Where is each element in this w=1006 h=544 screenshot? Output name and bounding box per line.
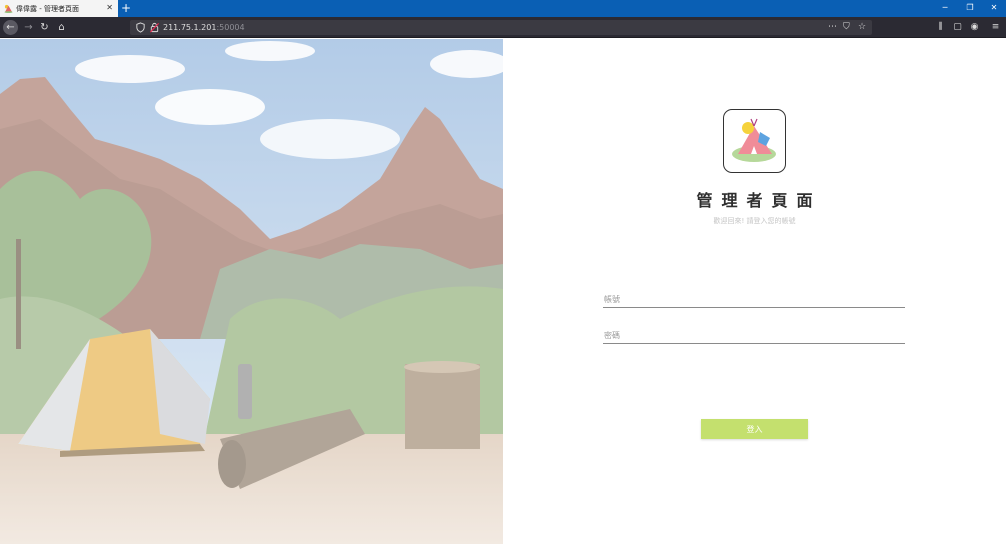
camping-tent-logo-icon xyxy=(732,118,776,162)
tab-close-icon[interactable]: ✕ xyxy=(106,3,113,13)
username-field[interactable] xyxy=(603,291,905,308)
pocket-icon[interactable]: ⛉ xyxy=(843,20,850,35)
minimize-icon[interactable]: ─ xyxy=(940,3,950,13)
tab-title: 偉偉露 - 管理者頁面 xyxy=(16,4,79,13)
login-button[interactable]: 登入 xyxy=(701,419,808,439)
app-logo xyxy=(723,109,786,173)
bookmark-star-icon[interactable]: ☆ xyxy=(858,20,866,35)
menu-hamburger-icon[interactable]: ≡ xyxy=(989,20,1002,35)
reload-icon[interactable]: ↻ xyxy=(37,20,52,35)
url-port: :50004 xyxy=(216,23,245,32)
login-panel: 管理者頁面 歡迎回來! 請登入您的帳號 登入 xyxy=(503,39,1006,544)
camping-hero-image xyxy=(0,39,503,544)
home-icon[interactable]: ⌂ xyxy=(54,20,69,35)
window-close-icon[interactable]: ✕ xyxy=(989,3,999,13)
browser-tab[interactable]: 偉偉露 - 管理者頁面 ✕ xyxy=(0,0,118,17)
restore-icon[interactable]: ❐ xyxy=(965,3,975,13)
shield-icon[interactable] xyxy=(135,22,146,33)
back-arrow-icon[interactable]: ← xyxy=(3,20,18,35)
forward-arrow-icon[interactable]: → xyxy=(21,20,36,35)
sidebar-icon[interactable]: ▢ xyxy=(951,20,964,35)
library-icon[interactable]: ⫼ xyxy=(934,20,947,35)
welcome-subtitle: 歡迎回來! 請登入您的帳號 xyxy=(713,217,796,225)
browser-toolbar: ← → ↻ ⌂ 211.75.1.201:50004 ⋯ ⛉ ☆ ⫼ ▢ ◉ ≡ xyxy=(0,17,1006,38)
account-icon[interactable]: ◉ xyxy=(968,20,981,35)
address-bar[interactable]: 211.75.1.201:50004 ⋯ ⛉ ☆ xyxy=(130,20,872,35)
page-actions-menu-icon[interactable]: ⋯ xyxy=(828,20,837,35)
insecure-lock-icon[interactable] xyxy=(149,22,160,33)
site-favicon-icon xyxy=(4,4,13,13)
url-text[interactable]: 211.75.1.201:50004 xyxy=(163,20,245,35)
page-title: 管理者頁面 xyxy=(696,191,822,210)
password-field[interactable] xyxy=(603,327,905,344)
url-host: 211.75.1.201 xyxy=(163,23,217,32)
new-tab-icon[interactable]: + xyxy=(121,1,131,15)
browser-tabbar: 偉偉露 - 管理者頁面 ✕ + ─ ❐ ✕ xyxy=(0,0,1006,17)
